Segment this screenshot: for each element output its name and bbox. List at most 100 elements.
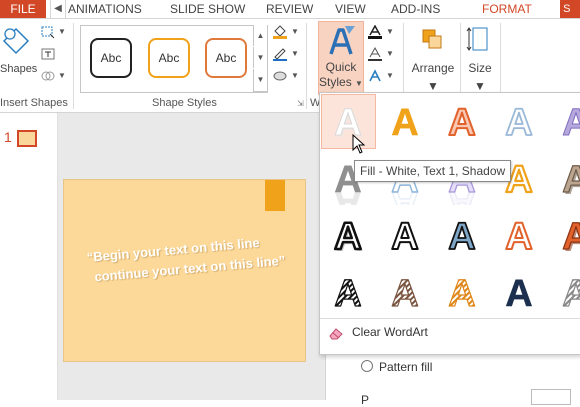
wordart-style-white-black-outline[interactable]: A <box>377 207 432 262</box>
wordart-style-preview: A <box>562 102 580 145</box>
wordart-style-white-shadow[interactable]: AA <box>320 93 376 149</box>
wordart-style-steel-blue-fill[interactable]: A <box>434 207 489 262</box>
tab-animations[interactable]: ANIMATIONS <box>68 0 142 18</box>
mouse-cursor-icon <box>352 134 366 154</box>
shape-style-sample-dark-orange[interactable]: Abc <box>205 38 247 78</box>
shape-effects-icon[interactable] <box>272 69 288 83</box>
gallery-scroll-up-icon[interactable]: ▲ <box>253 25 267 46</box>
ribbon-tab-bar: FILE ◀ ANIMATIONS SLIDE SHOW REVIEW VIEW… <box>0 0 580 19</box>
wordart-style-brown-3d[interactable]: AA <box>548 150 580 205</box>
edit-shape-icon[interactable] <box>40 25 56 39</box>
text-outline-icon[interactable] <box>367 47 383 61</box>
pattern-fill-option[interactable]: Pattern fill <box>361 360 432 374</box>
wordart-style-light-blue-outline[interactable]: A <box>491 93 546 148</box>
gallery-more-icon[interactable]: ▼ <box>253 69 267 92</box>
shape-style-sample-orange[interactable]: Abc <box>148 38 190 78</box>
arrange-label: Arrange <box>411 61 455 75</box>
wordart-style-preview: A <box>504 101 533 145</box>
tab-contextual-partial[interactable]: S <box>560 0 580 18</box>
wordart-style-preview: A <box>334 272 363 315</box>
gallery-scroll-down-icon[interactable]: ▼ <box>253 47 267 68</box>
wordart-style-orange-outline[interactable]: A <box>434 93 489 148</box>
wordart-style-black-outline-shadow[interactable]: AA <box>320 207 375 262</box>
wordart-style-brown-hatch[interactable]: A <box>377 264 432 319</box>
shape-outline-dropdown-icon[interactable]: ▼ <box>291 49 299 58</box>
wordart-style-preview: AA <box>562 158 580 203</box>
svg-text:A: A <box>448 102 475 144</box>
text-box-icon[interactable] <box>40 47 56 61</box>
slide-accent-bar <box>265 180 285 211</box>
group-separator <box>306 23 307 109</box>
pane-option-partial: P <box>361 393 370 407</box>
style-tooltip: Fill - White, Text 1, Shadow <box>354 160 512 182</box>
slide-number: 1 <box>4 129 12 145</box>
size-icon <box>466 27 488 51</box>
tab-view[interactable]: VIEW <box>335 0 366 18</box>
shapes-label: Shapes <box>0 63 38 75</box>
wordart-style-preview: A <box>447 101 476 145</box>
shapes-button[interactable]: Shapes <box>0 23 38 93</box>
clear-wordart-button[interactable]: Clear WordArt <box>324 322 574 344</box>
text-fill-dropdown-icon[interactable]: ▼ <box>386 27 394 36</box>
tab-review[interactable]: REVIEW <box>266 0 313 18</box>
quick-styles-label-line1: Quick <box>325 60 357 74</box>
shape-effects-dropdown-icon[interactable]: ▼ <box>291 71 299 80</box>
svg-text:A: A <box>391 273 418 315</box>
wordart-style-preview: A <box>447 215 476 259</box>
wordart-style-preview: A <box>505 273 533 316</box>
svg-text:A: A <box>562 102 580 144</box>
quick-styles-icon <box>329 26 355 55</box>
pattern-fill-radio[interactable] <box>361 360 373 372</box>
slide-canvas[interactable]: “Begin your text on this line continue y… <box>63 179 306 362</box>
text-effects-icon[interactable] <box>367 69 383 83</box>
insert-shapes-group-label: Insert Shapes <box>0 97 68 109</box>
wordart-style-preview: A <box>562 272 580 315</box>
arrange-button[interactable]: Arrange ▼ <box>408 23 458 93</box>
size-button[interactable]: Size ▼ <box>462 23 498 93</box>
wordart-style-purple-gradient[interactable]: A <box>548 93 580 148</box>
svg-text:A: A <box>391 216 418 258</box>
quick-styles-button[interactable]: Quick Styles ▼ <box>318 21 364 95</box>
tab-format[interactable]: FORMAT <box>482 0 532 18</box>
svg-text:A: A <box>562 273 580 315</box>
edit-shape-dropdown-icon[interactable]: ▼ <box>58 27 66 36</box>
shape-styles-group-label: Shape Styles <box>152 97 217 109</box>
text-fill-icon[interactable] <box>367 25 383 39</box>
wordart-style-preview: AA <box>334 102 364 147</box>
text-effects-dropdown-icon[interactable]: ▼ <box>386 71 394 80</box>
wordart-style-preview: AA <box>562 215 580 260</box>
wordart-style-black-hatch[interactable]: A <box>320 264 375 319</box>
size-dropdown-icon: ▼ <box>474 79 486 93</box>
svg-text:A: A <box>391 183 418 205</box>
arrange-icon <box>422 29 442 49</box>
wordart-style-navy-fill[interactable]: A <box>491 264 546 319</box>
wordart-style-orange-hatch[interactable]: A <box>434 264 489 319</box>
shape-styles-launcher-icon[interactable]: ⇲ <box>297 99 304 108</box>
svg-text:A: A <box>448 183 475 205</box>
slide-thumbnail[interactable] <box>17 130 37 147</box>
gallery-divider <box>320 318 580 319</box>
merge-shapes-icon[interactable] <box>40 69 56 83</box>
text-outline-dropdown-icon[interactable]: ▼ <box>386 49 394 58</box>
wordart-style-preview: A <box>390 215 419 259</box>
merge-shapes-dropdown-icon[interactable]: ▼ <box>58 71 66 80</box>
svg-text:A: A <box>334 216 361 258</box>
tab-scroll-left-icon[interactable]: ◀ <box>50 0 66 18</box>
shape-outline-icon[interactable] <box>272 47 288 61</box>
tab-file[interactable]: FILE <box>0 0 46 18</box>
tab-slide-show[interactable]: SLIDE SHOW <box>170 0 245 18</box>
shape-fill-icon[interactable] <box>272 25 288 39</box>
wordart-style-gray-hatch[interactable]: A <box>548 264 580 319</box>
shape-style-sample-black[interactable]: Abc <box>90 38 132 78</box>
pane-color-picker[interactable] <box>531 389 571 405</box>
quick-styles-label-line2: Styles ▼ <box>319 75 363 89</box>
tab-add-ins[interactable]: ADD-INS <box>391 0 440 18</box>
shape-fill-dropdown-icon[interactable]: ▼ <box>291 27 299 36</box>
wordart-text-box[interactable]: “Begin your text on this line continue y… <box>86 231 289 288</box>
quick-styles-gallery: AAAAAAAAAAAAAAAAAAAAAAAAAAA Clear WordAr… <box>319 92 580 355</box>
wordart-style-orange-fill[interactable]: A <box>377 93 432 148</box>
arrange-dropdown-icon: ▼ <box>427 79 439 93</box>
wordart-style-white-orange-outline[interactable]: A <box>491 207 546 262</box>
svg-text:A: A <box>562 159 580 201</box>
wordart-style-orange-shadow[interactable]: AA <box>548 207 580 262</box>
